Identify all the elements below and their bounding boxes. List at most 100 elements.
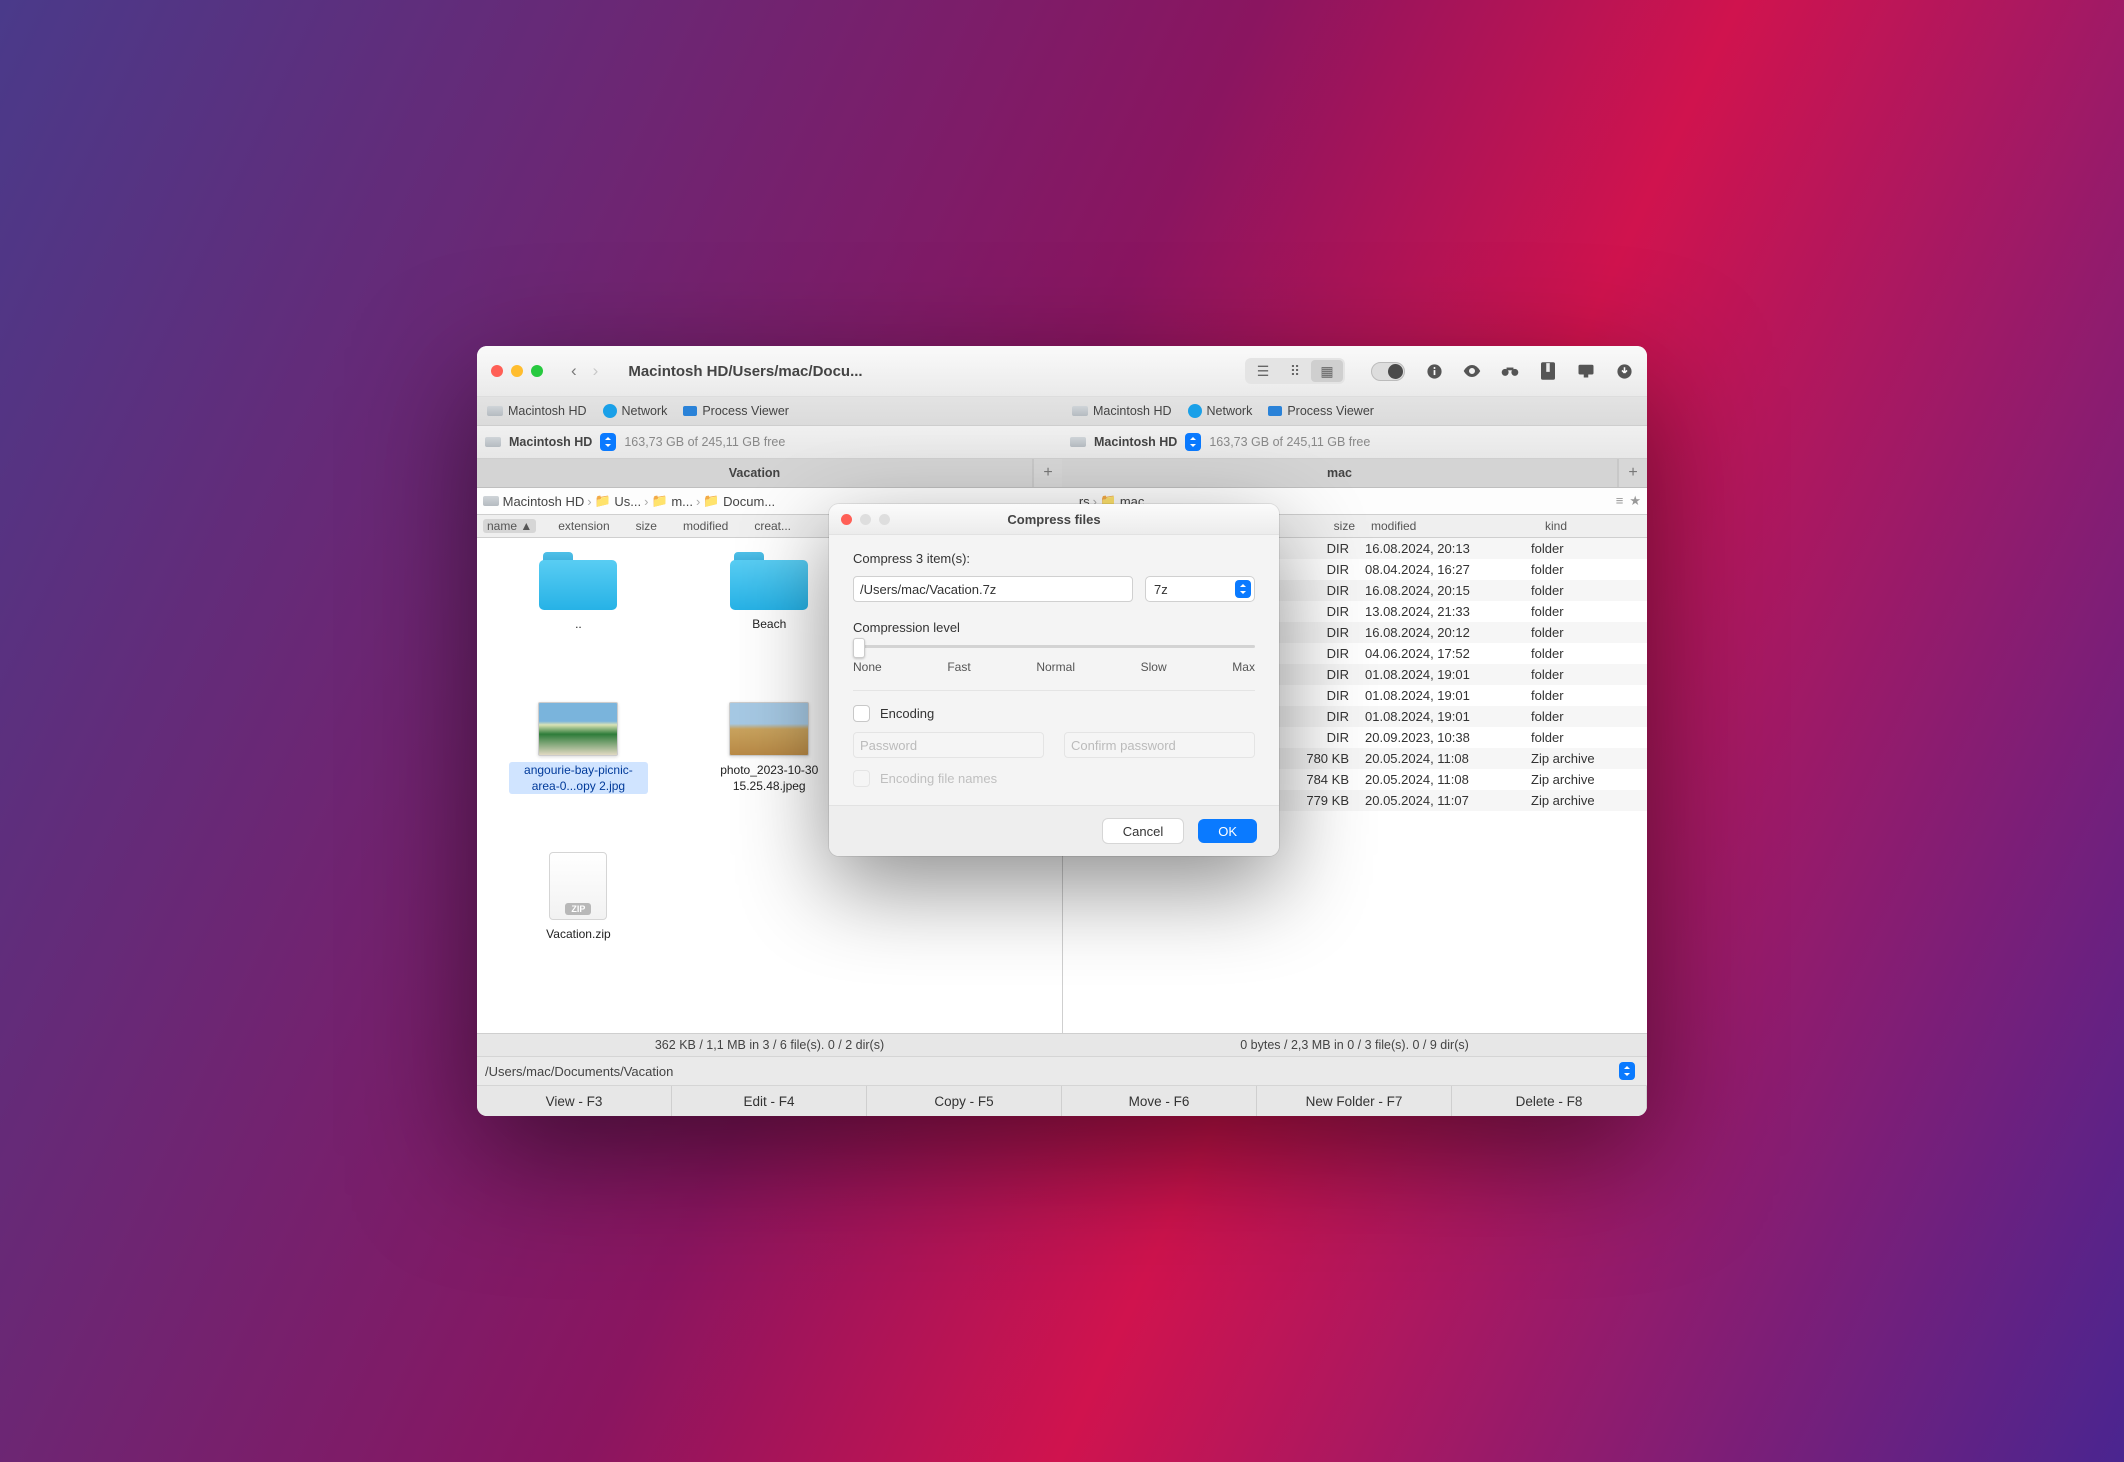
- archive-icon[interactable]: [1539, 362, 1557, 380]
- crumb[interactable]: Docum...: [723, 494, 775, 509]
- file-name: Vacation.zip: [546, 926, 610, 942]
- grid-view-icon[interactable]: ▦: [1311, 360, 1343, 382]
- download-icon[interactable]: [1615, 362, 1633, 380]
- close-icon[interactable]: [491, 365, 503, 377]
- file-item[interactable]: ..: [483, 546, 674, 696]
- list-toggle-icon[interactable]: ≡: [1616, 493, 1624, 509]
- password-field[interactable]: Password: [853, 732, 1044, 758]
- confirm-password-field[interactable]: Confirm password: [1064, 732, 1255, 758]
- fn-button[interactable]: Delete - F8: [1452, 1086, 1647, 1116]
- fav-network[interactable]: Network: [1188, 404, 1253, 418]
- volume-popup-icon[interactable]: [600, 433, 616, 451]
- volume-popup-icon[interactable]: [1185, 433, 1201, 451]
- cell-modified: 20.05.2024, 11:08: [1357, 772, 1523, 787]
- path-popup[interactable]: [877, 1057, 1647, 1085]
- fn-button[interactable]: New Folder - F7: [1257, 1086, 1452, 1116]
- list-view-icon[interactable]: ☰: [1247, 360, 1279, 382]
- new-tab-button[interactable]: +: [1618, 459, 1647, 487]
- file-item[interactable]: angourie-bay-picnic-area-0...opy 2.jpg: [483, 696, 674, 846]
- fav-process-viewer[interactable]: Process Viewer: [1268, 404, 1374, 418]
- col-name[interactable]: name ▲: [483, 519, 536, 533]
- items-label: Compress 3 item(s):: [853, 551, 1255, 566]
- tab-vacation[interactable]: Vacation: [477, 459, 1033, 487]
- cell-kind: folder: [1523, 625, 1641, 640]
- encoding-checkbox[interactable]: Encoding: [853, 705, 1255, 722]
- hd-icon: [483, 496, 499, 506]
- col-created[interactable]: creat...: [750, 519, 795, 533]
- path-display[interactable]: /Users/mac/Documents/Vacation: [477, 1057, 877, 1085]
- col-modified[interactable]: modified: [1367, 519, 1533, 533]
- binoculars-icon[interactable]: [1501, 362, 1519, 380]
- col-extension[interactable]: extension: [554, 519, 613, 533]
- compress-dialog: Compress files Compress 3 item(s): /User…: [829, 504, 1279, 856]
- file-manager-window: ‹ › Macintosh HD/Users/mac/Docu... ☰ ⠿ ▦…: [477, 346, 1647, 1116]
- col-size[interactable]: size: [1266, 519, 1359, 533]
- view-mode-segment[interactable]: ☰ ⠿ ▦: [1245, 358, 1345, 384]
- back-button[interactable]: ‹: [571, 361, 577, 381]
- volume-right[interactable]: Macintosh HD 163,73 GB of 245,11 GB free: [1062, 426, 1647, 458]
- file-name: Beach: [752, 616, 786, 632]
- column-view-icon[interactable]: ⠿: [1279, 360, 1311, 382]
- status-bar: 362 KB / 1,1 MB in 3 / 6 file(s). 0 / 2 …: [477, 1033, 1647, 1056]
- output-path-field[interactable]: /Users/mac/Vacation.7z: [853, 576, 1133, 602]
- cell-kind: Zip archive: [1523, 793, 1641, 808]
- new-tab-button[interactable]: +: [1033, 459, 1062, 487]
- forward-button[interactable]: ›: [593, 361, 599, 381]
- favorite-icon[interactable]: ★: [1629, 493, 1641, 509]
- ok-button[interactable]: OK: [1198, 819, 1257, 843]
- titlebar: ‹ › Macintosh HD/Users/mac/Docu... ☰ ⠿ ▦: [477, 346, 1647, 397]
- fav-macintosh-hd[interactable]: Macintosh HD: [1072, 404, 1172, 418]
- volume-left[interactable]: Macintosh HD 163,73 GB of 245,11 GB free: [477, 426, 1062, 458]
- encode-names-checkbox: Encoding file names: [853, 770, 1255, 787]
- slider-tick-label: Normal: [1036, 660, 1075, 674]
- quicklook-icon[interactable]: [1463, 362, 1481, 380]
- fav-macintosh-hd[interactable]: Macintosh HD: [487, 404, 587, 418]
- dialog-titlebar: Compress files: [829, 504, 1279, 535]
- cell-kind: Zip archive: [1523, 751, 1641, 766]
- toolbar: ☰ ⠿ ▦: [1245, 358, 1633, 384]
- file-item[interactable]: Vacation.zip: [483, 846, 674, 996]
- left-tabs: Vacation +: [477, 459, 1062, 487]
- info-icon[interactable]: [1425, 362, 1443, 380]
- breadcrumb-actions: ≡ ★: [1616, 493, 1641, 509]
- fn-button[interactable]: View - F3: [477, 1086, 672, 1116]
- favorites-bar: Macintosh HD Network Process Viewer Maci…: [477, 397, 1647, 426]
- path-popup-icon[interactable]: [1619, 1062, 1635, 1080]
- crumb[interactable]: Macintosh HD: [503, 494, 585, 509]
- status-left: 362 KB / 1,1 MB in 3 / 6 file(s). 0 / 2 …: [477, 1034, 1062, 1056]
- crumb[interactable]: m...: [671, 494, 693, 509]
- fav-network[interactable]: Network: [603, 404, 668, 418]
- cell-kind: folder: [1523, 541, 1641, 556]
- volume-bar: Macintosh HD 163,73 GB of 245,11 GB free…: [477, 426, 1647, 459]
- slider-tick-label: Max: [1232, 660, 1255, 674]
- col-modified[interactable]: modified: [679, 519, 732, 533]
- window-title: Macintosh HD/Users/mac/Docu...: [628, 363, 862, 380]
- format-select[interactable]: 7z: [1145, 576, 1255, 602]
- cell-kind: Zip archive: [1523, 772, 1641, 787]
- cell-modified: 04.06.2024, 17:52: [1357, 646, 1523, 661]
- zoom-icon[interactable]: [531, 365, 543, 377]
- cancel-button[interactable]: Cancel: [1102, 818, 1184, 844]
- favorites-right: Macintosh HD Network Process Viewer: [1062, 397, 1647, 425]
- fn-toolbar: View - F3Edit - F4Copy - F5Move - F6New …: [477, 1086, 1647, 1116]
- cell-modified: 16.08.2024, 20:12: [1357, 625, 1523, 640]
- network-share-icon[interactable]: [1577, 362, 1595, 380]
- col-size[interactable]: size: [632, 519, 661, 533]
- cell-modified: 08.04.2024, 16:27: [1357, 562, 1523, 577]
- cell-kind: folder: [1523, 667, 1641, 682]
- fn-button[interactable]: Copy - F5: [867, 1086, 1062, 1116]
- col-kind[interactable]: kind: [1541, 519, 1647, 533]
- tab-mac[interactable]: mac: [1062, 459, 1618, 487]
- dialog-title: Compress files: [829, 512, 1279, 527]
- crumb[interactable]: Us...: [614, 494, 641, 509]
- compression-slider[interactable]: NoneFastNormalSlowMax: [853, 645, 1255, 674]
- fn-button[interactable]: Move - F6: [1062, 1086, 1257, 1116]
- volume-name: Macintosh HD: [509, 435, 592, 449]
- fav-process-viewer[interactable]: Process Viewer: [683, 404, 789, 418]
- minimize-icon[interactable]: [511, 365, 523, 377]
- dark-mode-toggle[interactable]: [1371, 362, 1405, 381]
- folder-icon: [539, 552, 617, 610]
- fn-button[interactable]: Edit - F4: [672, 1086, 867, 1116]
- level-label: Compression level: [853, 620, 1255, 635]
- cell-modified: 20.05.2024, 11:07: [1357, 793, 1523, 808]
